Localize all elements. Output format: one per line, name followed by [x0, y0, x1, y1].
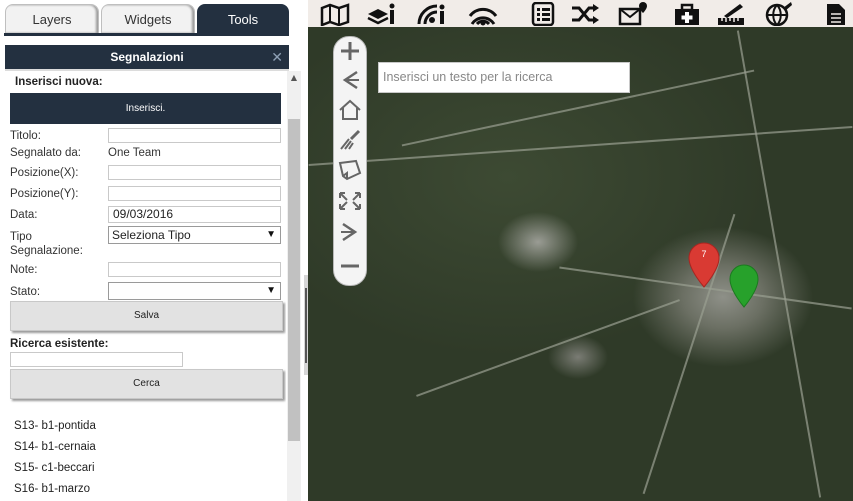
stato-select[interactable]: ▼ — [108, 282, 281, 300]
tab-widgets[interactable]: Widgets — [101, 4, 195, 33]
shuffle-icon[interactable] — [570, 2, 600, 26]
note-label: Note: — [10, 264, 38, 276]
map-icon[interactable] — [320, 2, 350, 26]
note-field[interactable] — [108, 262, 281, 277]
insert-heading: Inserisci nuova: — [15, 76, 103, 88]
list-icon[interactable] — [528, 2, 558, 26]
caret-down-icon: ▼ — [266, 285, 276, 296]
data-label: Data: — [10, 209, 38, 221]
caret-down-icon: ▼ — [266, 229, 276, 240]
map-road — [416, 299, 680, 397]
result-item[interactable]: S16- b1-marzo — [14, 483, 90, 495]
tab-underline — [4, 33, 289, 36]
wifi-signal-icon[interactable] — [468, 2, 498, 26]
tipo-select-value: Seleziona Tipo — [112, 228, 191, 242]
measure-icon[interactable] — [716, 2, 746, 26]
map-marker-cluster[interactable]: 7 — [687, 242, 721, 288]
result-item[interactable]: S13- b1-pontida — [14, 420, 96, 432]
map-road — [308, 125, 853, 167]
marker-count: 7 — [701, 249, 707, 259]
signal-info-icon[interactable] — [416, 2, 446, 26]
insert-button[interactable]: Inserisci. — [10, 93, 281, 124]
tools-toolbar — [308, 0, 853, 27]
search-button[interactable]: Cerca — [10, 369, 283, 399]
zoom-out-icon[interactable] — [337, 255, 363, 277]
full-extent-icon[interactable] — [337, 190, 363, 212]
back-icon[interactable] — [337, 69, 363, 91]
panel-scrollbar[interactable]: ▲ — [287, 71, 301, 501]
result-item[interactable]: S15- c1-beccari — [14, 462, 95, 474]
forward-icon[interactable] — [337, 221, 363, 243]
layers-info-icon[interactable] — [366, 2, 396, 26]
clear-icon[interactable] — [337, 129, 363, 151]
first-aid-icon[interactable] — [672, 2, 702, 26]
marker-pin-icon — [729, 264, 759, 308]
map-navigation-bar — [333, 36, 367, 286]
segnalato-label: Segnalato da: — [10, 147, 81, 159]
panel-header: Segnalazioni ✕ — [5, 45, 289, 69]
tipo-label: Tipo Segnalazione: — [10, 231, 83, 257]
mail-location-icon[interactable] — [618, 2, 648, 26]
posy-field[interactable] — [108, 186, 281, 201]
search-heading: Ricerca esistente: — [10, 338, 109, 350]
panel-title: Segnalazioni — [110, 50, 184, 64]
select-icon[interactable] — [337, 159, 363, 181]
map-search-input[interactable]: Inserisci un testo per la ricerca — [378, 62, 630, 93]
titolo-field[interactable] — [108, 128, 281, 143]
globe-tools-icon[interactable] — [763, 2, 793, 26]
scroll-up-icon[interactable]: ▲ — [287, 73, 301, 82]
save-button[interactable]: Salva — [10, 301, 283, 331]
date-field[interactable]: 09/03/2016 — [108, 206, 281, 223]
tipo-select[interactable]: Seleziona Tipo ▼ — [108, 226, 281, 244]
existing-search-input[interactable] — [10, 352, 183, 367]
stato-label: Stato: — [10, 286, 41, 298]
posy-label: Posizione(Y): — [10, 188, 79, 200]
segnalazioni-form: Inserisci nuova: Inserisci. Titolo: Segn… — [0, 71, 286, 501]
zoom-in-icon[interactable] — [337, 40, 363, 62]
posx-label: Posizione(X): — [10, 167, 79, 179]
posx-field[interactable] — [108, 165, 281, 180]
titolo-label: Titolo: — [10, 130, 41, 142]
left-panel: Layers Widgets Tools Segnalazioni ✕ Inse… — [0, 0, 308, 501]
tab-layers[interactable]: Layers — [5, 4, 99, 33]
segnalato-value: One Team — [108, 147, 161, 159]
close-icon[interactable]: ✕ — [271, 45, 283, 69]
home-icon[interactable] — [337, 99, 363, 121]
splitter-grip — [305, 288, 307, 363]
document-icon[interactable] — [821, 2, 851, 26]
scrollbar-thumb[interactable] — [288, 119, 300, 441]
map-marker-green[interactable] — [728, 264, 760, 308]
result-item[interactable]: S14- b1-cernaia — [14, 441, 96, 453]
tab-tools[interactable]: Tools — [197, 4, 289, 33]
map-view[interactable]: Inserisci un testo per la ricerca 7 — [308, 27, 853, 501]
